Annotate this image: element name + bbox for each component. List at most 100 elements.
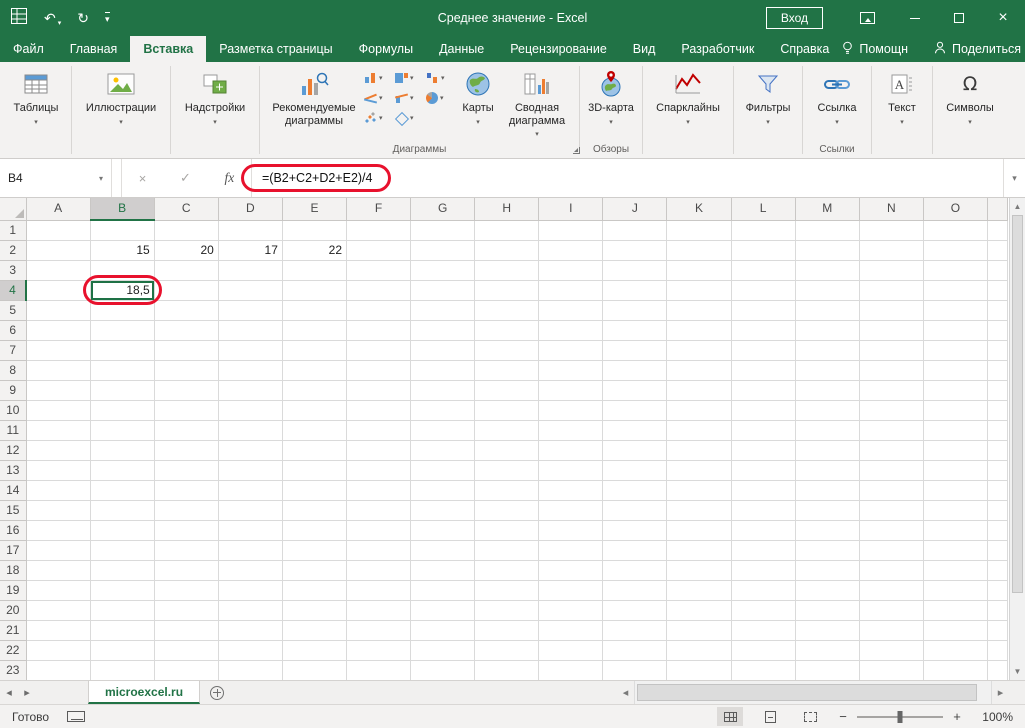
cell-F5[interactable] [347,300,411,320]
cell-H10[interactable] [475,400,539,420]
formula-input[interactable]: =(B2+C2+D2+E2)/4 [252,159,1003,197]
cell-I6[interactable] [539,320,603,340]
row-header-7[interactable]: 7 [0,340,26,360]
cell-G22[interactable] [411,640,475,660]
cell-H1[interactable] [475,220,539,240]
cell-K18[interactable] [667,560,731,580]
cell-M21[interactable] [795,620,859,640]
cell-B20[interactable] [90,600,154,620]
excel-logo-icon[interactable] [10,7,28,30]
cell-M14[interactable] [795,480,859,500]
cell-O4[interactable] [923,280,987,300]
row-header-6[interactable]: 6 [0,320,26,340]
cell-A2[interactable] [26,240,90,260]
cell-K20[interactable] [667,600,731,620]
cell-L9[interactable] [731,380,795,400]
cell-K11[interactable] [667,420,731,440]
cell-E3[interactable] [282,260,346,280]
cell-E23[interactable] [282,660,346,680]
cell-H11[interactable] [475,420,539,440]
cell-B18[interactable] [90,560,154,580]
cell-N12[interactable] [859,440,923,460]
cell-L17[interactable] [731,540,795,560]
cell-F3[interactable] [347,260,411,280]
cell-H13[interactable] [475,460,539,480]
cell-O23[interactable] [923,660,987,680]
sparklines-button[interactable]: Спарклайны ▾ [649,64,727,129]
page-break-view-button[interactable] [797,707,823,726]
cell-H17[interactable] [475,540,539,560]
column-header-D[interactable]: D [218,198,282,220]
cell-F18[interactable] [347,560,411,580]
cell-C15[interactable] [154,500,218,520]
row-header-18[interactable]: 18 [0,560,26,580]
cell-L22[interactable] [731,640,795,660]
hscroll-right-icon[interactable]: ▸ [992,686,1009,699]
row-header-21[interactable]: 21 [0,620,26,640]
cell-E6[interactable] [282,320,346,340]
cell-E4[interactable] [282,280,346,300]
cell-E5[interactable] [282,300,346,320]
select-all-button[interactable] [0,198,26,220]
login-button[interactable]: Вход [766,7,823,29]
cell-A22[interactable] [26,640,90,660]
expand-formula-bar-button[interactable]: ▾ [1003,159,1025,197]
cell-L14[interactable] [731,480,795,500]
cell-J2[interactable] [603,240,667,260]
cell-J3[interactable] [603,260,667,280]
cell-F17[interactable] [347,540,411,560]
row-header-17[interactable]: 17 [0,540,26,560]
cell-K21[interactable] [667,620,731,640]
cell-E11[interactable] [282,420,346,440]
cell-A12[interactable] [26,440,90,460]
cell-L2[interactable] [731,240,795,260]
cell-D3[interactable] [218,260,282,280]
cell-K14[interactable] [667,480,731,500]
cell-C16[interactable] [154,520,218,540]
sheet-nav-left-icon[interactable]: ◂ [0,681,18,704]
zoom-level[interactable]: 100% [977,710,1013,724]
cell-D8[interactable] [218,360,282,380]
cell-N3[interactable] [859,260,923,280]
cell-K19[interactable] [667,580,731,600]
cell-H7[interactable] [475,340,539,360]
cell-partial-row-7[interactable] [987,340,1007,360]
cell-F8[interactable] [347,360,411,380]
cell-M6[interactable] [795,320,859,340]
add-sheet-button[interactable] [200,681,234,704]
cell-F2[interactable] [347,240,411,260]
cell-N6[interactable] [859,320,923,340]
cell-partial-row-17[interactable] [987,540,1007,560]
cell-O17[interactable] [923,540,987,560]
cell-E17[interactable] [282,540,346,560]
cell-F15[interactable] [347,500,411,520]
cell-J22[interactable] [603,640,667,660]
zoom-slider-thumb[interactable] [898,711,903,723]
row-header-20[interactable]: 20 [0,600,26,620]
cell-C18[interactable] [154,560,218,580]
cell-A21[interactable] [26,620,90,640]
cell-partial-row-14[interactable] [987,480,1007,500]
horizontal-scrollbar[interactable]: ◂ ▸ [617,681,1009,704]
text-button[interactable]: А Текст ▾ [878,64,926,129]
cell-G1[interactable] [411,220,475,240]
cell-L5[interactable] [731,300,795,320]
cell-O7[interactable] [923,340,987,360]
column-header-L[interactable]: L [731,198,795,220]
cell-N21[interactable] [859,620,923,640]
cell-H18[interactable] [475,560,539,580]
cell-D20[interactable] [218,600,282,620]
cell-B12[interactable] [90,440,154,460]
cell-F11[interactable] [347,420,411,440]
tables-button[interactable]: Таблицы ▾ [7,64,65,129]
cell-O22[interactable] [923,640,987,660]
cell-L1[interactable] [731,220,795,240]
cell-A4[interactable] [26,280,90,300]
column-header-J[interactable]: J [603,198,667,220]
accessibility-icon[interactable] [67,711,85,722]
cell-K10[interactable] [667,400,731,420]
addins-button[interactable]: Надстройки ▾ [177,64,253,129]
cell-G13[interactable] [411,460,475,480]
cell-C22[interactable] [154,640,218,660]
cell-D16[interactable] [218,520,282,540]
